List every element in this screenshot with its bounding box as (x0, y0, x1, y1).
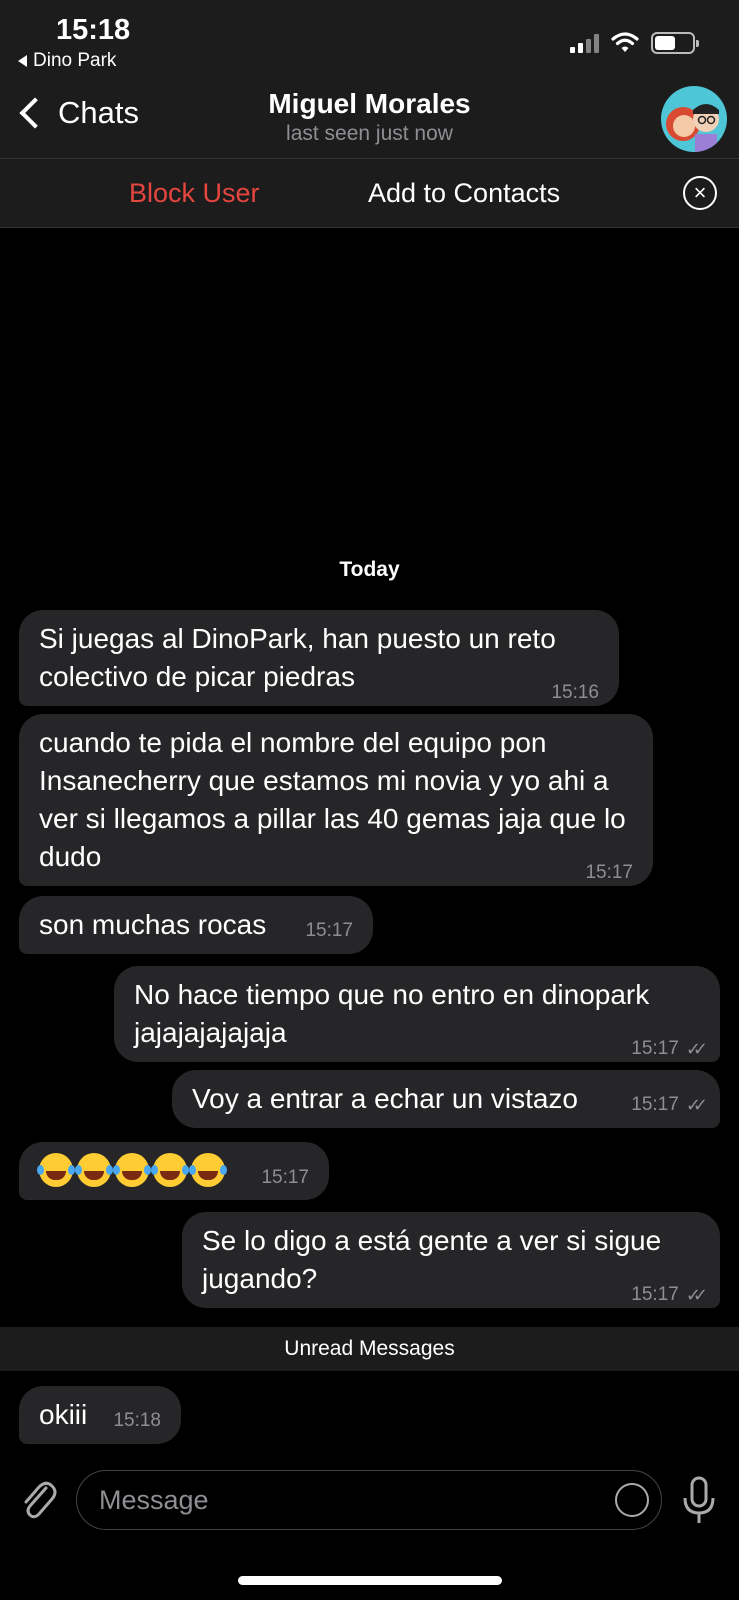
home-indicator[interactable] (238, 1576, 502, 1585)
message-bubble-outgoing[interactable]: Se lo digo a está gente a ver si sigue j… (182, 1212, 720, 1308)
add-to-contacts-button[interactable]: Add to Contacts (368, 178, 560, 209)
message-text: okiii (39, 1399, 88, 1430)
message-text: Si juegas al DinoPark, han puesto un ret… (39, 623, 556, 692)
contact-name[interactable]: Miguel Morales (0, 88, 739, 120)
message-time-label: 15:17 (631, 1284, 679, 1305)
message-bubble-incoming[interactable]: son muchas rocas 15:17 (19, 896, 373, 954)
message-time: 15:18 (113, 1410, 161, 1431)
status-time: 15:18 (56, 14, 131, 46)
block-user-button[interactable]: Block User (129, 178, 260, 209)
read-checkmarks-icon: ✓✓ (685, 1285, 708, 1305)
message-time: 15:17 ✓✓ (631, 1276, 708, 1314)
sticker-icon[interactable] (615, 1483, 649, 1517)
back-to-app-link[interactable]: Dino Park (18, 50, 116, 72)
message-input[interactable]: Message (76, 1470, 662, 1530)
message-bubble-outgoing[interactable]: Voy a entrar a echar un vistazo 15:17 ✓✓ (172, 1070, 720, 1128)
last-seen-status: last seen just now (286, 122, 453, 145)
message-bubble-incoming[interactable]: Si juegas al DinoPark, han puesto un ret… (19, 610, 619, 706)
message-time-label: 15:17 (631, 1094, 679, 1115)
message-text: Voy a entrar a echar un vistazo (192, 1083, 578, 1114)
message-bubble-incoming[interactable]: okiii 15:18 (19, 1386, 181, 1444)
close-icon[interactable]: × (683, 176, 717, 210)
message-time: 15:17 ✓✓ (631, 1086, 708, 1124)
message-bubble-incoming[interactable]: 15:17 (19, 1142, 329, 1200)
read-checkmarks-icon: ✓✓ (685, 1095, 708, 1115)
status-indicators (570, 32, 699, 54)
tears-of-joy-emoji-icon (75, 1153, 111, 1187)
message-time: 15:17 ✓✓ (631, 1030, 708, 1068)
message-placeholder: Message (99, 1485, 209, 1515)
tears-of-joy-emoji-icon (113, 1153, 149, 1187)
read-checkmarks-icon: ✓✓ (685, 1039, 708, 1059)
microphone-icon[interactable] (679, 1476, 719, 1526)
message-text: Se lo digo a está gente a ver si sigue j… (202, 1225, 662, 1294)
message-bubble-incoming[interactable]: cuando te pida el nombre del equipo pon … (19, 714, 653, 886)
message-text: No hace tiempo que no entro en dinopark … (134, 979, 650, 1048)
cellular-signal-icon (570, 33, 599, 53)
message-time: 15:17 (305, 920, 353, 941)
stranger-action-bar: Block User Add to Contacts × (0, 158, 739, 228)
message-time: 15:16 (551, 682, 599, 703)
paperclip-icon[interactable] (18, 1478, 58, 1522)
back-app-label: Dino Park (33, 50, 117, 71)
avatar[interactable] (661, 86, 727, 152)
message-time-label: 15:17 (631, 1038, 679, 1059)
chat-header: 15:18 Dino Park Chats Miguel Morales las… (0, 0, 739, 158)
unread-messages-divider: Unread Messages (0, 1327, 739, 1371)
message-text: son muchas rocas (39, 909, 267, 940)
message-bubble-outgoing[interactable]: No hace tiempo que no entro en dinopark … (114, 966, 720, 1062)
emoji-row (37, 1153, 225, 1187)
message-time: 15:17 (585, 862, 633, 883)
wifi-icon (611, 32, 639, 52)
tears-of-joy-emoji-icon (37, 1153, 73, 1187)
tears-of-joy-emoji-icon (189, 1153, 225, 1187)
back-triangle-icon (18, 55, 27, 67)
date-separator: Today (339, 558, 400, 581)
composer-bar: Message (0, 1460, 739, 1600)
message-text: cuando te pida el nombre del equipo pon … (39, 727, 626, 872)
tears-of-joy-emoji-icon (151, 1153, 187, 1187)
battery-icon (651, 32, 699, 54)
message-time: 15:17 (261, 1167, 309, 1188)
